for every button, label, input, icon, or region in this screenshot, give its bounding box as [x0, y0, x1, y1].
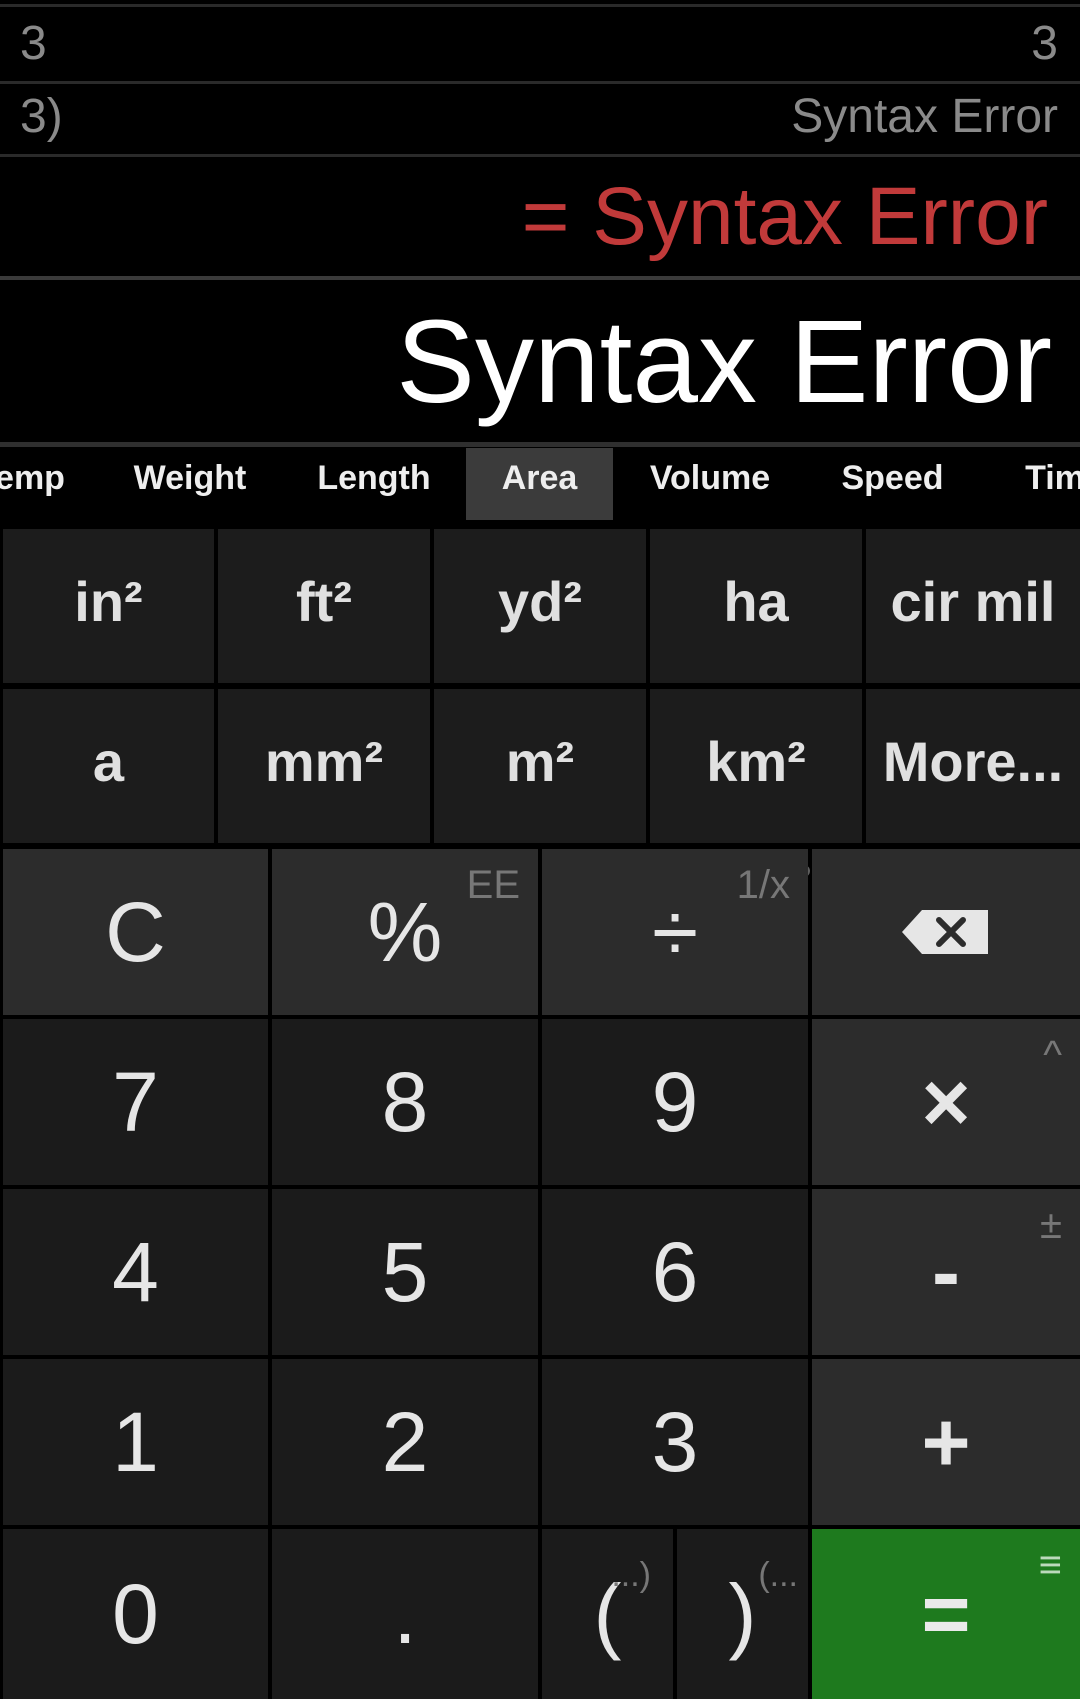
more-options-icon [575, 665, 632, 717]
tab-speed[interactable]: Speed [820, 448, 965, 520]
unit-label: yd² [498, 570, 582, 633]
plus-button[interactable]: + [812, 1359, 1080, 1525]
digit-8-button[interactable]: 8 [272, 1019, 538, 1185]
digit-3-button[interactable]: 3 [542, 1359, 808, 1525]
multiply-button[interactable]: × ^ [812, 1019, 1080, 1185]
history-result: Syntax Error [791, 90, 1058, 143]
digit-1-button[interactable]: 1 [3, 1359, 268, 1525]
unit-yd2-button[interactable]: yd² [434, 529, 646, 717]
unit-label: ft² [296, 570, 352, 633]
more-options-icon [359, 825, 416, 877]
history-result: 3 [1031, 17, 1058, 70]
more-options-icon [359, 665, 416, 717]
percent-button[interactable]: % EE [272, 849, 538, 1015]
unit-ha-button[interactable]: ha [650, 529, 862, 717]
backspace-button[interactable] [812, 849, 1080, 1015]
open-paren-hint: (... [758, 1556, 798, 1594]
unit-category-tabs: emp Weight Length Area Volume Speed Tim [0, 448, 1080, 520]
digit-4-button[interactable]: 4 [3, 1189, 268, 1355]
clear-button[interactable]: C [3, 849, 268, 1015]
more-options-icon [1009, 665, 1066, 717]
tab-temp[interactable]: emp [0, 448, 70, 520]
result-preview-text: = Syntax Error [521, 171, 1048, 262]
menu-icon: ≡ [1038, 1543, 1062, 1587]
more-options-icon [791, 825, 848, 877]
equals-button[interactable]: = ≡ [812, 1529, 1080, 1699]
more-options-icon [143, 665, 200, 717]
more-options-icon [791, 665, 848, 717]
unit-mm2-button[interactable]: mm² [218, 689, 430, 877]
power-label: ^ [1043, 1033, 1062, 1077]
minus-button[interactable]: - ± [812, 1189, 1080, 1355]
digit-2-button[interactable]: 2 [272, 1359, 538, 1525]
history-expression: 3 [20, 17, 47, 70]
backspace-icon [902, 910, 988, 954]
tab-area[interactable]: Area [466, 448, 613, 520]
digit-6-button[interactable]: 6 [542, 1189, 808, 1355]
reciprocal-label: 1/x [736, 863, 790, 907]
tab-time[interactable]: Tim [1010, 448, 1080, 520]
decimal-point-button[interactable]: . [272, 1529, 538, 1699]
digit-0-button[interactable]: 0 [3, 1529, 268, 1699]
unit-label: km² [706, 730, 806, 793]
unit-m2-button[interactable]: m² [434, 689, 646, 877]
divide-button[interactable]: ÷ 1/x [542, 849, 808, 1015]
open-paren-button[interactable]: ( ...) [542, 1529, 673, 1699]
digit-9-button[interactable]: 9 [542, 1019, 808, 1185]
unit-label: More... [882, 730, 1064, 793]
result-preview: = Syntax Error [0, 158, 1080, 280]
close-paren-hint: ...) [611, 1556, 651, 1594]
unit-label: ha [723, 570, 789, 633]
digit-5-button[interactable]: 5 [272, 1189, 538, 1355]
close-paren-button[interactable]: ) (... [677, 1529, 808, 1699]
more-options-icon [143, 825, 200, 877]
ee-label: EE [466, 863, 520, 907]
unit-label: mm² [264, 730, 384, 793]
history-row[interactable]: 3) Syntax Error [0, 80, 1080, 157]
plus-minus-label: ± [1040, 1203, 1062, 1247]
tab-weight[interactable]: Weight [115, 448, 265, 520]
unit-more-button[interactable]: More... [866, 689, 1080, 843]
unit-ft2-button[interactable]: ft² [218, 529, 430, 717]
unit-label: a [92, 730, 125, 793]
unit-label: cir mil [890, 570, 1056, 633]
display-text: Syntax Error [396, 296, 1052, 428]
unit-a-button[interactable]: a [3, 689, 214, 877]
main-display[interactable]: Syntax Error [0, 282, 1080, 447]
unit-label: m² [505, 730, 575, 793]
unit-in2-button[interactable]: in² [3, 529, 214, 717]
history-row[interactable]: 3 3 [0, 4, 1080, 84]
unit-label: in² [74, 570, 143, 633]
unit-km2-button[interactable]: km² [650, 689, 862, 877]
history-expression: 3) [20, 90, 63, 143]
tab-length[interactable]: Length [300, 448, 448, 520]
unit-cir-mil-button[interactable]: cir mil [866, 529, 1080, 717]
digit-7-button[interactable]: 7 [3, 1019, 268, 1185]
tab-volume[interactable]: Volume [630, 448, 790, 520]
more-options-icon [575, 825, 632, 877]
